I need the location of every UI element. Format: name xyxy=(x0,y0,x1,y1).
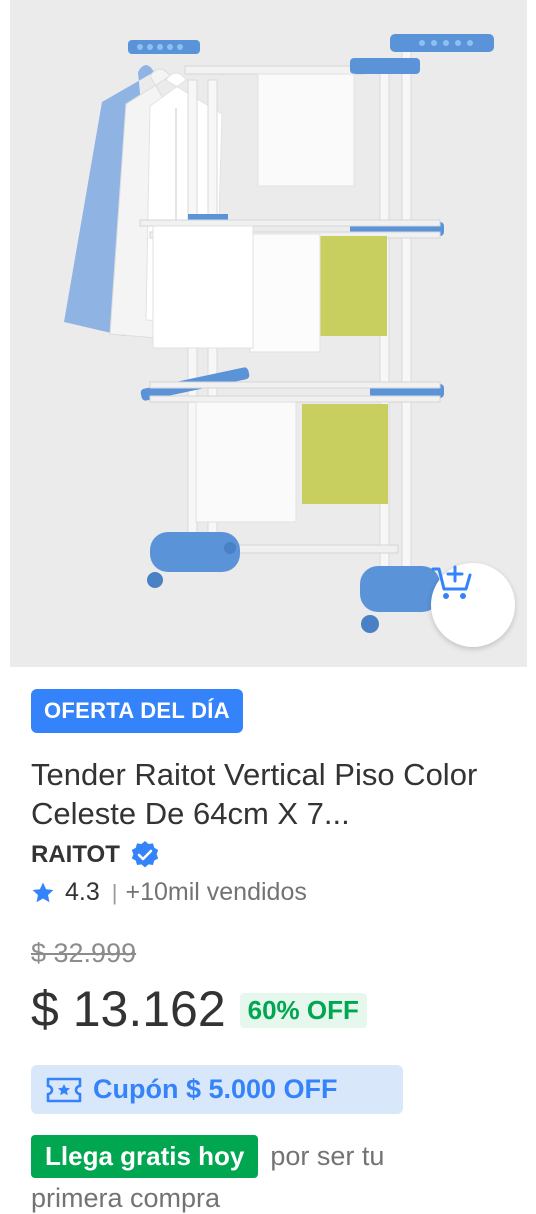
free-shipping-badge: Llega gratis hoy xyxy=(31,1135,259,1178)
shipping-row: Llega gratis hoy por ser tu xyxy=(31,1135,384,1178)
brand-row: RAITOT xyxy=(31,840,160,870)
price-row: $ 13.162 60% OFF xyxy=(31,980,367,1038)
shipping-text-continued: primera compra xyxy=(31,1183,221,1213)
add-to-cart-icon xyxy=(431,565,472,599)
bottom-tier xyxy=(140,367,444,523)
original-price: $ 32.999 xyxy=(31,938,137,968)
coupon-label: Cupón $ 5.000 OFF xyxy=(93,1074,338,1104)
deal-of-the-day-badge: OFERTA DEL DÍA xyxy=(31,689,243,733)
rack-base xyxy=(147,532,440,633)
product-image[interactable] xyxy=(10,0,527,667)
separator: | xyxy=(111,879,118,905)
current-price: $ 13.162 xyxy=(31,981,226,1037)
star-icon xyxy=(32,882,54,902)
discount-badge: 60% OFF xyxy=(239,992,367,1028)
rating-value: 4.3 xyxy=(65,878,100,906)
shipping-text: por ser tu xyxy=(270,1141,385,1171)
brand-name[interactable]: RAITOT xyxy=(31,841,120,869)
add-to-cart-button[interactable] xyxy=(431,563,515,647)
verified-badge-icon xyxy=(131,841,159,868)
coupon-button[interactable]: Cupón $ 5.000 OFF xyxy=(31,1065,403,1114)
product-title[interactable]: Tender Raitot Vertical Piso Color Celest… xyxy=(31,755,511,833)
middle-tier xyxy=(139,214,444,353)
coupon-ticket-icon xyxy=(45,1076,83,1104)
sold-count: +10mil vendidos xyxy=(125,878,307,906)
rating-row: 4.3 | +10mil vendidos xyxy=(31,878,307,907)
